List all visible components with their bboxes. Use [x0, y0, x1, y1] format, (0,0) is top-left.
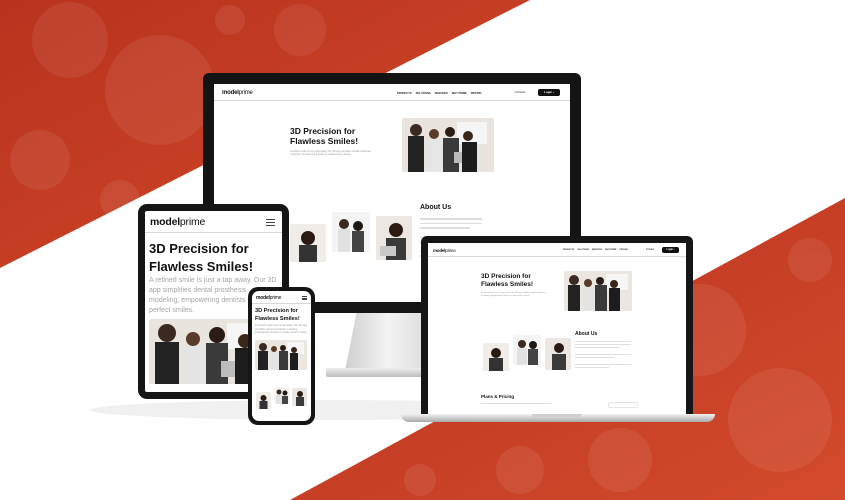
- desktop-login-button[interactable]: Login ›: [538, 89, 560, 96]
- phone-about-photo-1: [256, 392, 271, 409]
- desktop-about-title: About Us: [420, 204, 452, 211]
- tablet-slider-dots[interactable]: [149, 314, 163, 327]
- laptop: modelprime PRODUCTS SOLUTIONS SERVICES W…: [421, 236, 693, 414]
- laptop-contact-button[interactable]: Contact: [642, 247, 658, 253]
- laptop-header-divider: [428, 256, 686, 257]
- laptop-nav-services[interactable]: SERVICES: [592, 249, 602, 251]
- tablet-menu-icon[interactable]: [266, 219, 275, 227]
- nav-item-solutions[interactable]: SOLUTIONS: [416, 92, 431, 95]
- laptop-hero-photo: [564, 271, 632, 311]
- laptop-about-photo-1: [483, 343, 509, 371]
- desktop-contact-button[interactable]: Contact: [510, 89, 530, 96]
- phone-about-photo-2: [274, 387, 290, 404]
- laptop-about-text: [575, 341, 631, 368]
- laptop-hero-title: 3D Precision for Flawless Smiles!: [481, 273, 534, 288]
- phone-hero-photo: [255, 340, 307, 370]
- phone-menu-icon[interactable]: [302, 296, 307, 300]
- laptop-pricing-title: Plans & Pricing: [481, 394, 515, 399]
- laptop-logo[interactable]: modelprime: [433, 248, 456, 253]
- nav-item-pricing[interactable]: PRICING: [471, 92, 482, 95]
- laptop-nav-products[interactable]: PRODUCTS: [563, 249, 574, 251]
- desktop-hero-subtitle: A refined smile is just a tap away. Our …: [290, 150, 371, 157]
- laptop-notch: [532, 414, 582, 417]
- phone-header-divider: [252, 303, 311, 304]
- desktop-header-divider: [214, 100, 570, 101]
- phone-hero-title: 3D Precision for Flawless Smiles!: [255, 308, 300, 323]
- laptop-login-button[interactable]: Login ›: [662, 247, 679, 253]
- desktop-nav: PRODUCTS SOLUTIONS SERVICES WHY PRIME PR…: [397, 92, 482, 95]
- tablet-logo[interactable]: modelprime: [150, 216, 205, 228]
- laptop-screen: modelprime PRODUCTS SOLUTIONS SERVICES W…: [428, 243, 686, 414]
- team-photo-image: [402, 118, 494, 172]
- desktop-logo[interactable]: modelprime: [222, 90, 253, 96]
- tablet-header-divider: [145, 232, 282, 233]
- phone-about-photo-3: [292, 388, 307, 406]
- laptop-nav-why-prime[interactable]: WHY PRIME: [605, 249, 617, 251]
- desktop-about-photo-1: [290, 224, 326, 262]
- nav-item-why-prime[interactable]: WHY PRIME: [452, 92, 467, 95]
- laptop-pricing-toggle[interactable]: [608, 402, 638, 408]
- nav-item-services[interactable]: SERVICES: [435, 92, 448, 95]
- desktop-hero-photo: [402, 118, 494, 172]
- laptop-nav-pricing[interactable]: PRICING: [620, 249, 628, 251]
- phone-logo[interactable]: modelprime: [256, 295, 281, 301]
- laptop-nav-solutions[interactable]: SOLUTIONS: [577, 249, 589, 251]
- phone-hero-subtitle: A refined smile is just a tap away. Our …: [255, 324, 308, 334]
- laptop-hero-subtitle: A refined smile is just a tap away. Our …: [481, 292, 546, 297]
- laptop-about-photo-2: [513, 335, 541, 365]
- laptop-nav: PRODUCTS SOLUTIONS SERVICES WHY PRIME PR…: [563, 249, 628, 251]
- desktop-hero-title: 3D Precision for Flawless Smiles!: [290, 126, 359, 147]
- laptop-pricing-line: [481, 403, 551, 404]
- desktop-about-photo-3: [376, 216, 412, 260]
- tablet-hero-title: 3D Precision for Flawless Smiles!: [149, 241, 254, 275]
- nav-item-products[interactable]: PRODUCTS: [397, 92, 412, 95]
- phone-screen: modelprime 3D Precision for Flawless Smi…: [252, 291, 311, 421]
- laptop-about-photo-3: [545, 338, 571, 370]
- phone: modelprime 3D Precision for Flawless Smi…: [248, 287, 315, 425]
- desktop-about-photo-2: [332, 212, 370, 252]
- laptop-about-title: About Us: [575, 331, 598, 337]
- promo-banner: modelprime PRODUCTS SOLUTIONS SERVICES W…: [0, 0, 845, 500]
